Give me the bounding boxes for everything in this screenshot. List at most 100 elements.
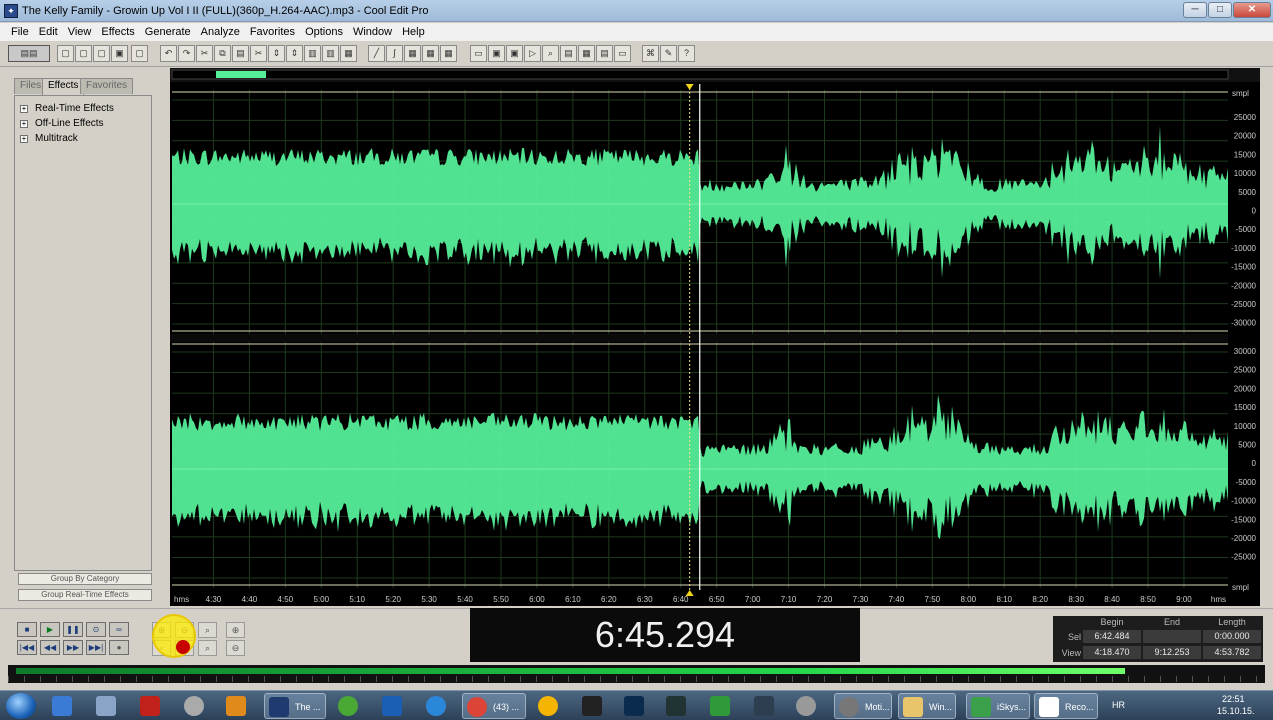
menu-file[interactable]: File: [6, 23, 34, 41]
zoom-full-icon[interactable]: ⌕: [198, 622, 217, 638]
play-selection-icon[interactable]: ▷: [524, 45, 541, 62]
view-begin-field[interactable]: 4:18.470: [1083, 646, 1141, 659]
tree-item-offline-effects[interactable]: + Off-Line Effects: [15, 116, 151, 131]
menu-help[interactable]: Help: [397, 23, 430, 41]
go-to-end-button[interactable]: ▶▶|: [86, 640, 106, 655]
menu-favorites[interactable]: Favorites: [245, 23, 300, 41]
undo-icon[interactable]: ↶: [160, 45, 177, 62]
frequency-icon[interactable]: ▤: [560, 45, 577, 62]
expand-icon[interactable]: +: [20, 135, 28, 143]
grid3-icon[interactable]: ▦: [440, 45, 457, 62]
grid2-icon[interactable]: ▦: [422, 45, 439, 62]
taskbar-item-calendar[interactable]: [222, 693, 260, 719]
rewind-button[interactable]: ◀◀: [40, 640, 60, 655]
copy-icon[interactable]: ⧉: [214, 45, 231, 62]
clock-date[interactable]: 15.10.15.: [1217, 706, 1255, 716]
waveform-canvas[interactable]: 4:30 4:40 4:50 5:00 5:10 5:20 5:30 5:40 5:50 6:00…: [170, 68, 1260, 606]
taskbar-item-acrobat[interactable]: [136, 693, 174, 719]
go-to-start-button[interactable]: |◀◀: [17, 640, 37, 655]
tab-favorites[interactable]: Favorites: [80, 78, 134, 94]
paste-icon[interactable]: ▤: [232, 45, 249, 62]
minimize-button[interactable]: ─: [1183, 2, 1207, 18]
group-by-category-button[interactable]: Group By Category: [18, 573, 152, 585]
scripts-icon[interactable]: ⌘: [642, 45, 659, 62]
taskbar-item-iskysoft[interactable]: iSkys...: [966, 693, 1030, 719]
zoom-out-vertical-icon[interactable]: ⊖: [226, 640, 245, 656]
save-icon[interactable]: ▢: [93, 45, 110, 62]
taskbar-item-utorrent[interactable]: [334, 693, 372, 719]
pause-button[interactable]: ❚❚: [63, 622, 83, 637]
menu-edit[interactable]: Edit: [34, 23, 63, 41]
open-file-icon[interactable]: ▢: [75, 45, 92, 62]
tab-effects[interactable]: Effects: [42, 78, 85, 95]
sel-end-field[interactable]: [1143, 630, 1201, 643]
cut-icon[interactable]: ✂: [250, 45, 267, 62]
record-button[interactable]: ●: [109, 640, 129, 655]
save-as-icon[interactable]: ▣: [111, 45, 128, 62]
repeat-icon[interactable]: ✂: [196, 45, 213, 62]
taskbar-item-cool-edit[interactable]: The ...: [264, 693, 326, 719]
select-all-icon[interactable]: ▥: [304, 45, 321, 62]
sel-begin-field[interactable]: 6:42.484: [1083, 630, 1141, 643]
help-icon[interactable]: ?: [678, 45, 695, 62]
taskbar-item-network[interactable]: [48, 693, 86, 719]
menu-window[interactable]: Window: [348, 23, 397, 41]
spectrum-icon[interactable]: ⌕: [542, 45, 559, 62]
taskbar-item-recorder[interactable]: Reco...: [1034, 693, 1098, 719]
normalize-icon[interactable]: ∫: [386, 45, 403, 62]
stop-button[interactable]: ■: [17, 622, 37, 637]
menu-options[interactable]: Options: [300, 23, 348, 41]
envelope-icon[interactable]: ╱: [368, 45, 385, 62]
start-button[interactable]: [6, 693, 36, 719]
view-length-field[interactable]: 4:53.782: [1203, 646, 1261, 659]
close-file-icon[interactable]: ▢: [131, 45, 148, 62]
zoom-right-icon[interactable]: ⌕: [198, 640, 217, 656]
taskbar-item-video[interactable]: [662, 693, 700, 719]
fast-forward-button[interactable]: ▶▶: [63, 640, 83, 655]
play-to-end-button[interactable]: ⊙: [86, 622, 106, 637]
menu-generate[interactable]: Generate: [140, 23, 196, 41]
maximize-button[interactable]: □: [1208, 2, 1232, 18]
clock-time[interactable]: 22:51: [1222, 694, 1245, 704]
convert-icon[interactable]: ▥: [322, 45, 339, 62]
taskbar-item-windows[interactable]: Win...: [898, 693, 956, 719]
waveform-display[interactable]: 4:30 4:40 4:50 5:00 5:10 5:20 5:30 5:40 5:50 6:00…: [170, 68, 1260, 606]
view-spectral-icon[interactable]: ▣: [488, 45, 505, 62]
tree-item-multitrack[interactable]: + Multitrack: [15, 131, 151, 146]
menu-view[interactable]: View: [63, 23, 97, 41]
settings-icon[interactable]: ✎: [660, 45, 677, 62]
view-frequency-icon[interactable]: ▣: [506, 45, 523, 62]
taskbar-item-media[interactable]: [180, 693, 218, 719]
expand-icon[interactable]: +: [20, 120, 28, 128]
taskbar-item-camtasia[interactable]: [706, 693, 744, 719]
redo-icon[interactable]: ↷: [178, 45, 195, 62]
statistics-icon[interactable]: ▤: [596, 45, 613, 62]
multitrack-toggle-button[interactable]: ▤▤: [8, 45, 50, 62]
taskbar-item-321[interactable]: [578, 693, 616, 719]
taskbar-item-motion[interactable]: Moti...: [834, 693, 892, 719]
grid-icon[interactable]: ▦: [404, 45, 421, 62]
taskbar-item-app[interactable]: [92, 693, 130, 719]
properties-icon[interactable]: ▦: [340, 45, 357, 62]
play-button[interactable]: ▶: [40, 622, 60, 637]
taskbar-item-chrome[interactable]: (43) ...: [462, 693, 526, 719]
taskbar-item-chrome2[interactable]: [534, 693, 572, 719]
menu-effects[interactable]: Effects: [96, 23, 139, 41]
loop-button[interactable]: ∞: [109, 622, 129, 637]
taskbar-item-photoshop[interactable]: [620, 693, 658, 719]
meter-icon[interactable]: ▭: [614, 45, 631, 62]
expand-icon[interactable]: +: [20, 105, 28, 113]
sel-length-field[interactable]: 0:00.000: [1203, 630, 1261, 643]
view-waveform-icon[interactable]: ▭: [470, 45, 487, 62]
taskbar-item-ie[interactable]: [422, 693, 460, 719]
taskbar-item-outlook[interactable]: [378, 693, 416, 719]
mix-paste-icon[interactable]: ⇕: [268, 45, 285, 62]
taskbar-item-circle[interactable]: [792, 693, 830, 719]
view-end-field[interactable]: 9:12.253: [1143, 646, 1201, 659]
language-indicator[interactable]: HR: [1112, 700, 1125, 710]
group-realtime-effects-button[interactable]: Group Real-Time Effects: [18, 589, 152, 601]
tree-item-realtime-effects[interactable]: + Real-Time Effects: [15, 101, 151, 116]
close-button[interactable]: ✕: [1233, 2, 1271, 18]
taskbar-item-s[interactable]: [750, 693, 788, 719]
analysis-icon[interactable]: ▦: [578, 45, 595, 62]
